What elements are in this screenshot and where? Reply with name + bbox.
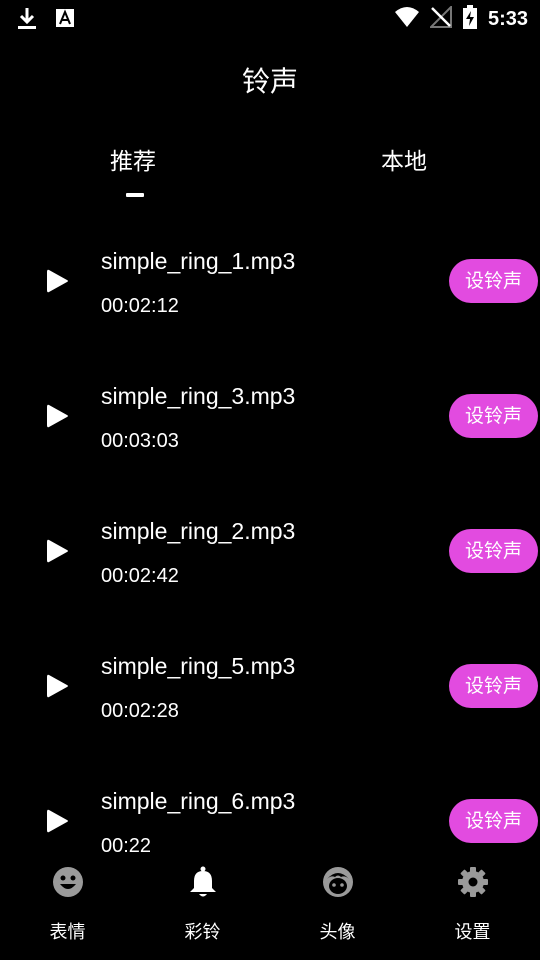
play-icon[interactable] <box>43 267 71 295</box>
song-duration: 00:02:12 <box>101 295 179 317</box>
wifi-icon <box>394 6 420 32</box>
smiley-icon <box>51 865 85 899</box>
song-name: simple_ring_5.mp3 <box>101 653 296 679</box>
song-duration: 00:03:03 <box>101 430 179 452</box>
song-name: simple_ring_2.mp3 <box>101 518 296 544</box>
bell-icon <box>186 865 220 899</box>
set-ringtone-button[interactable]: 设铃声 <box>449 799 538 843</box>
nav-label: 表情 <box>49 922 86 943</box>
avatar-face-icon <box>321 865 355 899</box>
play-icon[interactable] <box>43 537 71 565</box>
status-bar: 5:33 <box>0 0 540 36</box>
status-time: 5:33 <box>487 7 528 30</box>
list-item: simple_ring_2.mp3 00:02:42 设铃声 <box>0 506 540 641</box>
set-ringtone-button[interactable]: 设铃声 <box>449 529 538 573</box>
list-item: simple_ring_5.mp3 00:02:28 设铃声 <box>0 641 540 776</box>
nav-item-ringtone[interactable]: 彩铃 <box>135 855 270 960</box>
status-right-icons: 5:33 <box>394 4 528 33</box>
nav-label: 设置 <box>454 922 491 943</box>
set-ringtone-button[interactable]: 设铃声 <box>449 394 538 438</box>
set-ringtone-button[interactable]: 设铃声 <box>449 664 538 708</box>
download-icon <box>16 6 38 34</box>
play-icon[interactable] <box>43 672 71 700</box>
song-name: simple_ring_1.mp3 <box>101 248 296 274</box>
song-name: simple_ring_6.mp3 <box>101 788 296 814</box>
song-duration: 00:02:42 <box>101 565 179 587</box>
play-icon[interactable] <box>43 402 71 430</box>
font-a-icon <box>56 9 74 31</box>
status-left-icons <box>16 6 74 34</box>
play-icon[interactable] <box>43 807 71 835</box>
nav-item-settings[interactable]: 设置 <box>405 855 540 960</box>
nav-label: 彩铃 <box>184 922 221 943</box>
nav-label: 头像 <box>319 922 356 943</box>
page-title: 铃声 <box>241 65 298 98</box>
song-name: simple_ring_3.mp3 <box>101 383 296 409</box>
nav-item-emoji[interactable]: 表情 <box>0 855 135 960</box>
song-duration: 00:02:28 <box>101 700 179 722</box>
gear-icon <box>456 865 490 899</box>
bottom-nav: 表情 彩铃 头像 设置 <box>0 855 540 960</box>
list-item: simple_ring_3.mp3 00:03:03 设铃声 <box>0 371 540 506</box>
set-ringtone-button[interactable]: 设铃声 <box>449 259 538 303</box>
battery-charging-icon <box>462 5 478 33</box>
tab-recommend[interactable]: 推荐 <box>110 142 156 176</box>
tab-active-indicator <box>126 193 144 197</box>
list-item: simple_ring_1.mp3 00:02:12 设铃声 <box>0 236 540 371</box>
no-signal-icon <box>428 4 452 32</box>
nav-item-avatar[interactable]: 头像 <box>270 855 405 960</box>
tab-local[interactable]: 本地 <box>381 142 427 176</box>
